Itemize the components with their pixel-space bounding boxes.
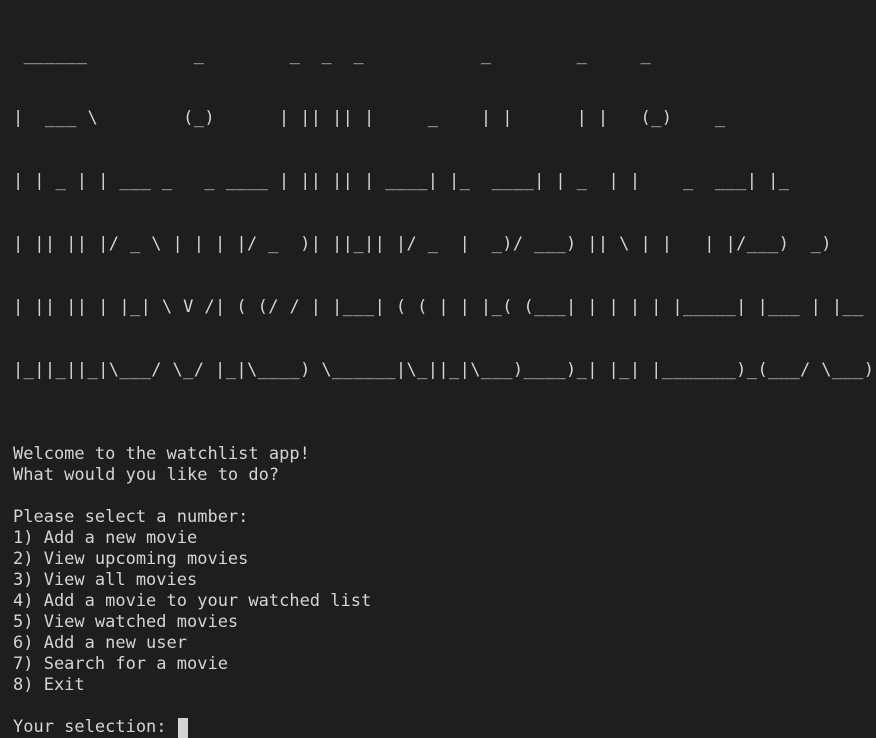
menu-item-view-all: 3) View all movies xyxy=(13,570,198,590)
menu-item-view-watched: 5) View watched movies xyxy=(13,612,239,632)
menu-item-search: 7) Search for a movie xyxy=(13,654,228,674)
question-text: What would you like to do? xyxy=(13,465,280,485)
banner-line: | || || |/ _ \ | | | |/ _ )| ||_|| |/ _ … xyxy=(13,234,832,254)
menu-item-add-watched: 4) Add a movie to your watched list xyxy=(13,591,372,611)
menu-item-exit: 8) Exit xyxy=(13,675,85,695)
selection-input[interactable] xyxy=(177,717,188,738)
terminal-window: ______ _ _ _ _ _ _ _ | ___ \ (_) | || ||… xyxy=(0,0,876,738)
text-cursor xyxy=(177,717,188,738)
banner-line: |_||_||_|\___/ \_/ |_|\____) \______|\_|… xyxy=(13,360,875,380)
banner-line: ______ _ _ _ _ _ _ _ xyxy=(13,45,683,65)
select-prompt: Please select a number: xyxy=(13,507,249,527)
banner-line: | | _ | | ___ _ _ ____ | || || | ____| |… xyxy=(13,171,790,191)
welcome-text: Welcome to the watchlist app! xyxy=(13,444,310,464)
banner-line: | ___ \ (_) | || || | _ | | | | (_) _ xyxy=(13,108,726,128)
ascii-banner: ______ _ _ _ _ _ _ _ | ___ \ (_) | || ||… xyxy=(13,3,876,423)
selection-prompt-label: Your selection: xyxy=(13,717,177,737)
menu-item-add-user: 6) Add a new user xyxy=(13,633,187,653)
menu-item-add-movie: 1) Add a new movie xyxy=(13,528,198,548)
selection-prompt-line[interactable]: Your selection: xyxy=(13,717,876,738)
banner-line: | || || | |_| \ V /| ( (/ / | |___| ( ( … xyxy=(13,297,864,317)
menu-item-view-upcoming: 2) View upcoming movies xyxy=(13,549,249,569)
